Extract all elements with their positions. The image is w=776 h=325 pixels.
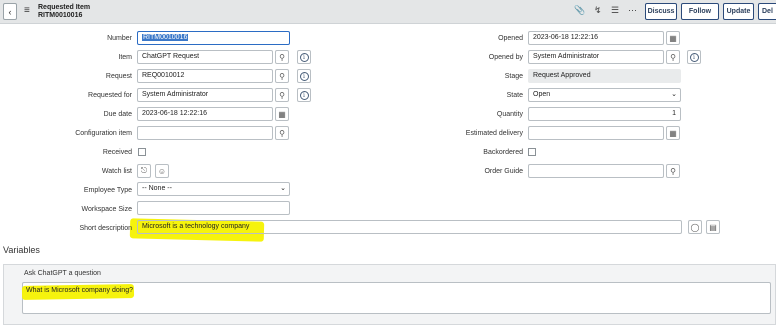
item-field[interactable]: ChatGPT Request	[137, 50, 273, 64]
item-info-button[interactable]: i	[297, 50, 311, 64]
back-button[interactable]: ‹	[3, 3, 17, 20]
state-select[interactable]: Open ⌄	[528, 88, 681, 102]
stage-field: Request Approved	[528, 69, 681, 83]
calendar-icon: ▦	[669, 33, 677, 43]
info-icon: i	[299, 90, 309, 100]
employee-type-select[interactable]: -- None -- ⌄	[137, 182, 290, 196]
search-icon: ⚲	[279, 52, 285, 62]
request-field[interactable]: REQ0010012	[137, 69, 273, 83]
requested-for-info-button[interactable]: i	[297, 88, 311, 102]
employee-type-value: -- None --	[142, 185, 172, 192]
request-lookup-button[interactable]: ⚲	[275, 69, 289, 83]
lightbulb-icon: ◯	[690, 222, 700, 232]
order-guide-lookup-button[interactable]: ⚲	[666, 164, 680, 178]
chevron-left-icon: ‹	[8, 6, 12, 17]
number-field[interactable]: RITM0010016	[137, 31, 290, 45]
requested-for-lookup-button[interactable]: ⚲	[275, 88, 289, 102]
quantity-field[interactable]: 1	[528, 107, 681, 121]
follow-button[interactable]: Follow	[681, 3, 719, 20]
estimated-delivery-field[interactable]	[528, 126, 664, 140]
search-icon: ⚲	[279, 71, 285, 81]
order-guide-label: Order Guide	[484, 168, 523, 175]
number-label: Number	[107, 35, 132, 42]
short-description-template-button[interactable]: ▤	[706, 220, 720, 234]
due-date-field[interactable]: 2023-06-18 12:22:16	[137, 107, 273, 121]
paperclip-icon[interactable]: 📎	[574, 5, 585, 16]
state-value: Open	[533, 91, 551, 98]
info-icon: i	[299, 71, 309, 81]
workspace-size-label: Workspace Size	[81, 206, 132, 213]
short-description-label: Short description	[79, 225, 132, 232]
more-icon[interactable]: ⋯	[628, 5, 637, 16]
search-icon: ⚲	[670, 166, 676, 176]
info-icon: i	[299, 52, 309, 62]
due-date-label: Due date	[103, 111, 132, 118]
short-description-field[interactable]: Microsoft is a technology company	[137, 220, 682, 234]
question-textarea[interactable]	[22, 282, 771, 314]
configuration-item-label: Configuration item	[75, 130, 132, 137]
question-label: Ask ChatGPT a question	[24, 270, 101, 277]
search-icon: ⚲	[279, 128, 285, 138]
short-description-suggestion-button[interactable]: ◯	[688, 220, 702, 234]
search-icon: ⚲	[670, 52, 676, 62]
calendar-icon: ▦	[669, 128, 677, 138]
opened-by-field[interactable]: System Administrator	[528, 50, 664, 64]
variables-heading: Variables	[3, 245, 40, 255]
backordered-checkbox[interactable]	[528, 148, 536, 156]
request-label: Request	[105, 73, 132, 80]
activity-icon[interactable]: ↯	[594, 5, 602, 16]
update-button[interactable]: Update	[723, 3, 754, 20]
stage-label: Stage	[504, 73, 523, 80]
opened-by-lookup-button[interactable]: ⚲	[666, 50, 680, 64]
order-guide-field[interactable]	[528, 164, 664, 178]
record-number-title: RITM0010016	[38, 12, 83, 19]
delete-button[interactable]: Del	[758, 3, 776, 20]
lock-icon: ⎋	[140, 166, 148, 175]
add-me-icon: ☺	[157, 166, 167, 176]
employee-type-label: Employee Type	[83, 187, 132, 194]
opened-calendar-button[interactable]: ▦	[666, 31, 680, 45]
watch-list-lock-button[interactable]: ⎋	[137, 164, 151, 178]
quantity-label: Quantity	[496, 111, 523, 118]
calendar-icon: ▦	[278, 109, 286, 119]
search-icon: ⚲	[279, 90, 285, 100]
estimated-delivery-label: Estimated delivery	[465, 130, 523, 137]
received-checkbox[interactable]	[138, 148, 146, 156]
number-value: RITM0010016	[142, 34, 189, 41]
due-date-calendar-button[interactable]: ▦	[275, 107, 289, 121]
question-value: What is Microsoft company doing?	[26, 287, 133, 294]
configuration-item-field[interactable]	[137, 126, 273, 140]
opened-label: Opened	[498, 35, 523, 42]
opened-by-label: Opened by	[488, 54, 523, 61]
requested-for-field[interactable]: System Administrator	[137, 88, 273, 102]
backordered-label: Backordered	[483, 149, 523, 156]
item-lookup-button[interactable]: ⚲	[275, 50, 289, 64]
request-info-button[interactable]: i	[297, 69, 311, 83]
configuration-item-lookup-button[interactable]: ⚲	[275, 126, 289, 140]
estimated-delivery-calendar-button[interactable]: ▦	[666, 126, 680, 140]
workspace-size-field[interactable]	[137, 201, 290, 215]
record-type-title: Requested Item	[38, 4, 91, 11]
document-icon: ▤	[709, 222, 717, 232]
opened-field[interactable]: 2023-06-18 12:22:16	[528, 31, 664, 45]
item-label: Item	[118, 54, 132, 61]
hamburger-menu-icon[interactable]: ≡	[24, 5, 30, 16]
form-header: ‹ ≡ Requested Item RITM0010016 📎 ↯ ☰ ⋯ D…	[0, 0, 776, 24]
info-icon: i	[689, 52, 699, 62]
received-label: Received	[102, 149, 132, 156]
chevron-down-icon: ⌄	[671, 91, 677, 98]
watch-list-add-me-button[interactable]: ☺	[155, 164, 169, 178]
state-label: State	[506, 92, 523, 99]
requested-for-label: Requested for	[88, 92, 132, 99]
opened-by-info-button[interactable]: i	[687, 50, 701, 64]
watch-list-label: Watch list	[101, 168, 132, 175]
chevron-down-icon: ⌄	[280, 185, 286, 192]
settings-icon[interactable]: ☰	[611, 5, 619, 16]
discuss-button[interactable]: Discuss	[645, 3, 677, 20]
